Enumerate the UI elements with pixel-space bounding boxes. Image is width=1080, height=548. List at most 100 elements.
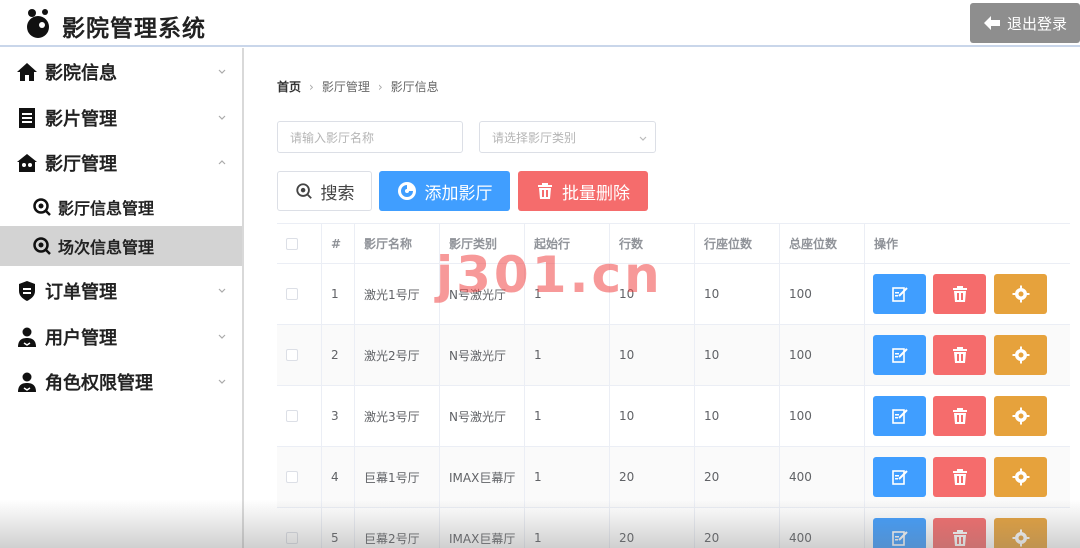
cell-hall-type: IMAX巨幕厅 — [440, 508, 525, 548]
trash-icon — [951, 468, 969, 486]
cell-seats-per-row: 20 — [695, 447, 780, 507]
edit-icon — [891, 468, 909, 486]
breadcrumb-halls[interactable]: 影厅管理 — [322, 78, 370, 95]
sidebar-item-label: 影厅管理 — [45, 154, 117, 175]
edit-button[interactable] — [873, 396, 926, 436]
hall-name-input[interactable]: 请输入影厅名称 — [277, 121, 463, 153]
cell-select — [277, 508, 322, 548]
cell-actions — [865, 325, 1070, 385]
sidebar-item-label: 影院信息 — [45, 63, 117, 84]
row-checkbox[interactable] — [286, 532, 298, 544]
add-hall-button[interactable]: 添加影厅 — [379, 171, 510, 211]
settings-button[interactable] — [994, 274, 1047, 314]
row-checkbox[interactable] — [286, 471, 298, 483]
gear-icon — [1012, 407, 1030, 425]
gear-icon — [1012, 468, 1030, 486]
edit-button[interactable] — [873, 518, 926, 548]
edit-icon — [891, 285, 909, 303]
breadcrumb: 首页 › 影厅管理 › 影厅信息 — [277, 78, 439, 95]
cell-index: 2 — [322, 325, 355, 385]
add-hall-button-label: 添加影厅 — [424, 183, 493, 204]
cell-rows: 20 — [610, 447, 695, 507]
cell-hall-type: N号激光厅 — [440, 386, 525, 446]
sidebar-subitem-hall-info[interactable]: 影厅信息管理 — [0, 187, 242, 227]
sidebar-subitem-schedule-info[interactable]: 场次信息管理 — [0, 226, 242, 266]
cell-index: 1 — [322, 264, 355, 324]
table-row: 3 激光3号厅 N号激光厅 1 10 10 100 — [277, 386, 1070, 447]
sidebar-item-movies[interactable]: 影片管理 — [0, 96, 242, 140]
gear-icon — [1012, 346, 1030, 364]
sidebar-item-orders[interactable]: 订单管理 — [0, 269, 242, 313]
cell-hall-name: 激光1号厅 — [355, 264, 440, 324]
trash-icon — [951, 407, 969, 425]
col-header-name: 影厅名称 — [355, 224, 440, 263]
order-shield-icon — [19, 281, 35, 301]
settings-button[interactable] — [994, 457, 1047, 497]
cell-seats-per-row: 10 — [695, 325, 780, 385]
app-title: 影院管理系统 — [62, 16, 206, 42]
row-checkbox[interactable] — [286, 349, 298, 361]
hall-type-select[interactable]: 请选择影厅类别 — [479, 121, 656, 153]
delete-button[interactable] — [933, 335, 986, 375]
table-row: 5 巨幕2号厅 IMAX巨幕厅 1 20 20 400 — [277, 508, 1070, 548]
cell-hall-type: N号激光厅 — [440, 325, 525, 385]
hall-type-placeholder: 请选择影厅类别 — [492, 130, 577, 145]
row-checkbox[interactable] — [286, 288, 298, 300]
cell-select — [277, 447, 322, 507]
breadcrumb-home[interactable]: 首页 — [277, 78, 301, 95]
logout-icon — [983, 16, 1000, 30]
settings-button[interactable] — [994, 518, 1047, 548]
role-user-icon — [18, 372, 36, 392]
cell-actions — [865, 264, 1070, 324]
chevron-down-icon — [218, 69, 226, 74]
settings-button[interactable] — [994, 396, 1047, 436]
batch-delete-button[interactable]: 批量删除 — [518, 171, 648, 211]
cell-total-seats: 400 — [780, 508, 865, 548]
cell-hall-type: IMAX巨幕厅 — [440, 447, 525, 507]
cell-select — [277, 264, 322, 324]
document-icon — [19, 108, 35, 128]
logout-button[interactable]: 退出登录 — [970, 3, 1080, 43]
edit-button[interactable] — [873, 457, 926, 497]
cell-index: 5 — [322, 508, 355, 548]
row-checkbox[interactable] — [286, 410, 298, 422]
chevron-down-icon — [218, 379, 226, 384]
settings-button[interactable] — [994, 335, 1047, 375]
delete-button[interactable] — [933, 518, 986, 548]
hall-table: # 影厅名称 影厅类别 起始行 行数 行座位数 总座位数 操作 1 激光1号厅 N号… — [277, 223, 1070, 548]
theater-icon — [17, 154, 37, 172]
edit-button[interactable] — [873, 335, 926, 375]
cell-actions — [865, 386, 1070, 446]
search-button[interactable]: 搜索 — [277, 171, 372, 211]
table-row: 4 巨幕1号厅 IMAX巨幕厅 1 20 20 400 — [277, 447, 1070, 508]
user-icon — [18, 327, 36, 347]
search-icon — [33, 237, 51, 255]
cell-rows: 20 — [610, 508, 695, 548]
cell-start-row: 1 — [525, 508, 610, 548]
sidebar-item-roles[interactable]: 角色权限管理 — [0, 360, 242, 404]
gear-icon — [1012, 285, 1030, 303]
sidebar-item-cinema-info[interactable]: 影院信息 — [0, 50, 242, 94]
cell-index: 4 — [322, 447, 355, 507]
cell-total-seats: 400 — [780, 447, 865, 507]
edit-icon — [891, 407, 909, 425]
delete-button[interactable] — [933, 274, 986, 314]
sidebar-item-users[interactable]: 用户管理 — [0, 315, 242, 359]
trash-icon — [538, 183, 552, 199]
cell-hall-name: 巨幕2号厅 — [355, 508, 440, 548]
cell-start-row: 1 — [525, 447, 610, 507]
select-all-checkbox[interactable] — [286, 237, 298, 250]
hall-name-placeholder: 请输入影厅名称 — [290, 130, 375, 145]
cell-actions — [865, 508, 1070, 548]
cell-hall-name: 激光3号厅 — [355, 386, 440, 446]
chevron-down-icon — [218, 288, 226, 293]
edit-button[interactable] — [873, 274, 926, 314]
delete-button[interactable] — [933, 457, 986, 497]
home-icon — [17, 63, 37, 81]
delete-button[interactable] — [933, 396, 986, 436]
sidebar-item-halls[interactable]: 影厅管理 — [0, 141, 242, 185]
select-all-cell — [277, 224, 322, 263]
chevron-right-icon: › — [309, 79, 314, 94]
sidebar-item-label: 用户管理 — [45, 328, 117, 349]
cell-select — [277, 386, 322, 446]
